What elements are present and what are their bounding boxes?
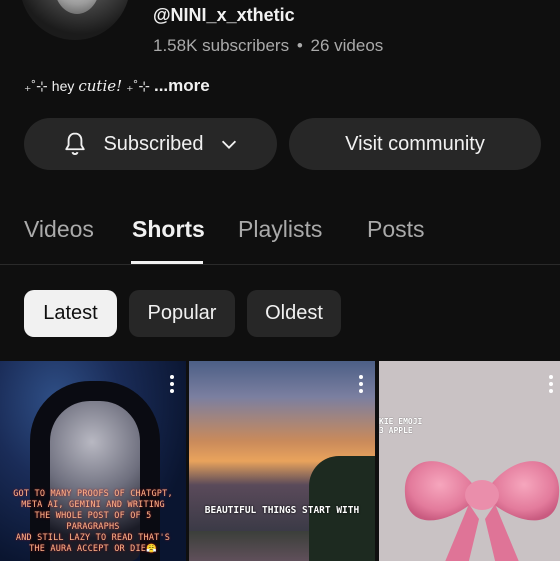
tab-posts[interactable]: Posts (367, 216, 425, 243)
visit-community-button[interactable]: Visit community (289, 118, 541, 170)
caption-line: 3 APPLE (379, 426, 413, 435)
channel-bio[interactable]: ₊˚⊹ hey cutie! ₊˚⊹ ...more (24, 76, 210, 96)
visit-community-label: Visit community (345, 132, 485, 155)
bio-hey: hey (51, 78, 75, 94)
stats-separator: • (296, 36, 303, 55)
more-options-icon[interactable] (359, 375, 363, 396)
caption-line: GOT TO MANY PROOFS OF CHATGPT, (13, 489, 173, 499)
caption-line: KIE EMOJI (379, 417, 423, 426)
short-caption: BEAUTIFUL THINGS START WITH (204, 505, 360, 516)
bio-sparkle-left: ₊˚⊹ (24, 77, 48, 94)
bow-icon (404, 461, 560, 561)
filter-popular-chip[interactable]: Popular (129, 290, 235, 337)
caption-line: AND STILL LAZY TO READ THAT'S (15, 533, 171, 543)
filter-oldest-chip[interactable]: Oldest (247, 290, 341, 337)
short-caption: GOT TO MANY PROOFS OF CHATGPT, META AI, … (8, 489, 178, 555)
short-thumbnail[interactable]: KIE EMOJI 3 APPLE (379, 361, 560, 561)
bio-more-link[interactable]: ...more (154, 76, 210, 96)
subscribed-button[interactable]: Subscribed (24, 118, 277, 170)
more-options-icon[interactable] (170, 375, 174, 396)
short-thumbnail[interactable]: GOT TO MANY PROOFS OF CHATGPT, META AI, … (0, 361, 186, 561)
subscribed-label: Subscribed (103, 132, 204, 155)
bio-cutie: cutie! (78, 77, 123, 95)
caption-line: THE WHOLE POST OF OF 5 PARAGRAPHS (34, 511, 152, 532)
channel-tabs: Videos Shorts Playlists Posts (0, 200, 560, 265)
video-count: 26 videos (310, 36, 384, 55)
tab-shorts[interactable]: Shorts (132, 216, 205, 243)
caption-line: META AI, GEMINI AND WRITING (21, 500, 165, 510)
short-caption: KIE EMOJI 3 APPLE (379, 417, 422, 435)
tab-videos[interactable]: Videos (24, 216, 94, 243)
active-tab-indicator (131, 261, 203, 264)
filter-latest-chip[interactable]: Latest (24, 290, 117, 337)
chevron-down-icon (221, 140, 236, 149)
bio-sparkle-right: ₊˚⊹ (126, 77, 150, 94)
bell-icon (65, 132, 86, 155)
subscriber-count: 1.58K subscribers (153, 36, 290, 55)
more-options-icon[interactable] (549, 375, 553, 396)
short-thumbnail[interactable]: BEAUTIFUL THINGS START WITH (189, 361, 375, 561)
channel-handle: @NINI_x_xthetic (153, 5, 295, 25)
channel-avatar[interactable] (20, 0, 130, 40)
caption-line: THE AURA ACCEPT OR DIE😤 (29, 544, 157, 554)
channel-stats: 1.58K subscribers • 26 videos (153, 36, 383, 56)
tab-playlists[interactable]: Playlists (238, 216, 322, 243)
